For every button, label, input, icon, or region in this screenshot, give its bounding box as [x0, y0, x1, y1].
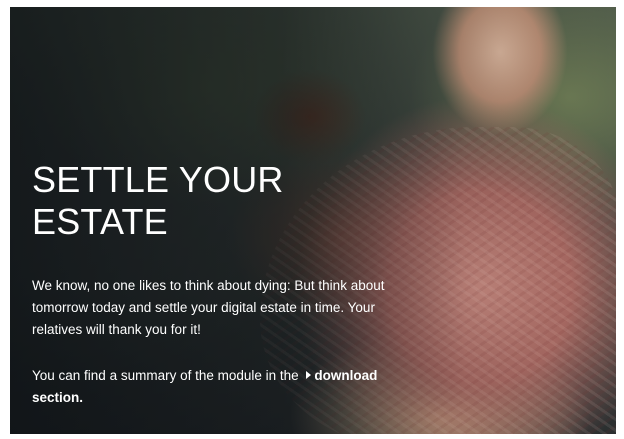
caret-right-icon — [306, 371, 312, 379]
hero-banner: SETTLE YOUR ESTATE We know, no one likes… — [10, 7, 616, 434]
hero-title: SETTLE YOUR ESTATE — [32, 159, 284, 242]
hero-summary-text: You can find a summary of the module in … — [32, 365, 412, 409]
hero-intro-text: We know, no one likes to think about dyi… — [32, 278, 385, 337]
hero-content: SETTLE YOUR ESTATE We know, no one likes… — [32, 159, 412, 433]
summary-prefix: You can find a summary of the module in … — [32, 368, 303, 383]
